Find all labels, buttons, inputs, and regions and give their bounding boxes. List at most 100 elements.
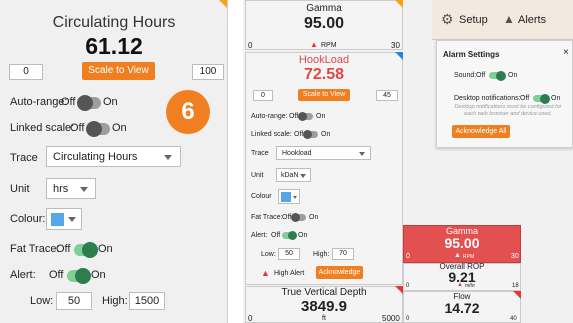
alert-label: Alert: [10,269,36,281]
alerts-button[interactable]: Alerts [518,14,546,26]
chevron-down-icon [164,155,172,160]
sound-toggle[interactable] [489,70,506,81]
step-badge-number: 6 [181,98,195,125]
hook-trace-value: Hookload [282,150,312,157]
hook-low-label: Low: [261,251,276,258]
chevron-down-icon [293,196,297,199]
gamma-top-max: 30 [391,41,400,50]
hookload-value: 72.58 [303,66,345,83]
hook-alert-label: Alert: [251,232,268,239]
hook-high-input[interactable]: 70 [332,248,354,260]
desktop-notif-note: Desktop notifications must be configured… [454,104,562,117]
hook-alert-on: On [298,232,308,239]
hook-autorange-label: Auto-range: [251,113,288,120]
hook-colour-select[interactable] [278,189,300,204]
flow-min: 0 [406,316,410,322]
bell-icon: ▲ [457,282,463,288]
alert-on-text: On [91,269,106,281]
unit-label: Unit [10,183,30,195]
tvd-title: True Vertical Depth [281,287,367,298]
hook-autorange-toggle[interactable] [298,112,313,121]
hook-linked-on: On [321,131,331,138]
tvd-max: 5000 [382,314,400,323]
high-label: High: [102,295,128,307]
hook-fat-on: On [309,214,319,221]
hookload-scale-button[interactable]: Scale to View [298,89,350,101]
linked-scale-label: Linked scale: [10,122,75,134]
sound-on-text: On [508,72,518,79]
corner-marker [219,0,227,8]
hook-high-label: High: [313,251,330,258]
hook-linked-off: Off [294,131,304,138]
gamma-top-min: 0 [248,41,253,50]
hook-unit-value: kDaN [281,172,299,179]
fat-trace-on-text: On [98,243,113,255]
bell-icon: ▲ [454,252,461,259]
gauge-value: 61.12 [85,33,143,59]
sound-label: Sound: [454,72,477,79]
close-icon[interactable]: × [563,47,569,58]
hook-fat-label: Fat Trace: [251,214,283,221]
desktop-notif-toggle[interactable] [533,93,550,104]
tvd-value: 3849.9 [301,298,347,315]
scale-to-view-button[interactable]: Scale to View [82,62,155,80]
chevron-down-icon [80,187,88,192]
alert-toggle[interactable] [67,268,91,284]
bell-icon[interactable]: ▲ [503,12,515,26]
colour-label: Colour: [10,213,46,225]
hook-alert-toggle[interactable] [282,231,297,240]
hook-linked-label: Linked scale: [251,131,292,138]
hook-fat-off: Off [282,214,292,221]
hook-trace-select[interactable]: Hookload [276,146,371,160]
colour-swatch [51,213,64,226]
hook-linked-toggle[interactable] [303,130,318,139]
unit-select[interactable]: hrs [46,178,96,199]
hook-autorange-on: On [316,113,326,120]
fat-trace-toggle[interactable] [74,242,98,258]
low-input[interactable]: 50 [56,292,92,310]
linked-scale-toggle[interactable] [86,121,110,137]
hook-trace-label: Trace [251,150,269,157]
chevron-down-icon [359,152,365,156]
rop-unit: m/hr [465,283,475,289]
hook-unit-select[interactable]: kDaN [276,168,311,182]
chevron-down-icon [68,217,76,222]
trace-select[interactable]: Circulating Hours [46,146,181,167]
setup-button[interactable]: Setup [459,14,488,26]
colour-select[interactable] [46,208,82,230]
hook-low-input[interactable]: 50 [278,248,300,260]
linked-scale-off-text: Off [70,122,85,134]
gamma-red-min: 0 [406,253,410,260]
desktop-notif-off-text: Off [520,95,530,102]
hook-fat-toggle[interactable] [291,213,306,222]
high-input[interactable]: 1500 [129,292,165,310]
step-badge: 6 [166,90,210,134]
tvd-min: 0 [248,314,253,323]
bell-icon: ▲ [310,40,318,49]
range-min-input[interactable]: 0 [9,64,43,80]
gauge-title: Circulating Hours [52,14,176,31]
gamma-top-title: Gamma [306,3,342,14]
tvd-unit: ft [322,315,326,322]
hook-alert-off: Off [271,232,281,239]
linked-scale-on-text: On [112,122,127,134]
hook-acknowledge-button[interactable]: Acknowledge [316,266,363,279]
hookload-max-input[interactable]: 45 [376,90,398,101]
hookload-title: HookLoad [298,54,350,66]
autorange-on-text: On [103,96,118,108]
acknowledge-all-button[interactable]: Acknowledge All [452,125,510,138]
sound-off-text: Off [476,72,486,79]
gamma-red-unit: RPM [463,254,475,260]
alarm-settings-title: Alarm Settings [443,50,500,59]
gear-icon[interactable]: ⚙ [441,11,454,28]
range-max-input[interactable]: 100 [192,64,224,80]
hookload-min-input[interactable]: 0 [253,90,273,101]
fat-trace-label: Fat Trace: [10,243,60,255]
autorange-toggle[interactable] [77,95,101,111]
gamma-red-max: 30 [511,253,519,260]
alert-bell-icon: ▲ [261,268,270,278]
gamma-top-value: 95.00 [303,15,345,32]
trace-select-value: Circulating Hours [53,151,138,163]
flow-max: 40 [510,316,517,322]
fat-trace-off-text: Off [56,243,71,255]
